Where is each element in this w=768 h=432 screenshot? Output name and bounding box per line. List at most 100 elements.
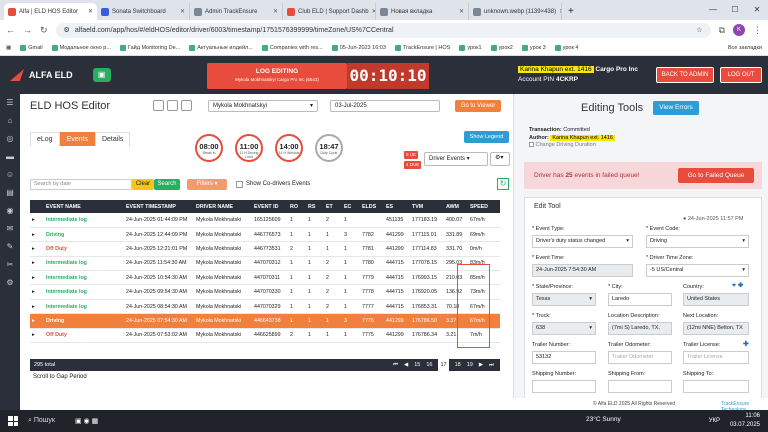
table-row[interactable]: ▸ Intermediate log 24-Jun-2025 09:54:30 AM… <box>30 284 500 300</box>
shipping-from-input[interactable] <box>608 380 672 393</box>
bookmark-item[interactable]: Gmail <box>20 44 43 51</box>
refresh-icon[interactable]: ↻ <box>497 178 509 190</box>
url-field[interactable]: ⚙ alfaeld.com/app/hos/#/eldHOS/editor/dr… <box>55 22 711 38</box>
page-number[interactable]: 17 <box>438 359 449 371</box>
back-icon[interactable]: ← <box>6 25 15 35</box>
table-row[interactable]: ▸ Off Duty 24-Jun-2025 07:53:02 AM Mykola M… <box>30 328 500 344</box>
app-logo[interactable]: ALFA ELD <box>10 69 73 81</box>
bookmark-item[interactable]: Гайд Monitoring De... <box>119 44 180 51</box>
tab-details[interactable]: Details <box>94 132 131 146</box>
back-to-admin-button[interactable]: BACK TO ADMIN <box>656 67 714 83</box>
page-number[interactable]: 15 <box>414 359 420 371</box>
browser-tab[interactable]: Alfa | ELD HOS Editor ✕ <box>4 3 97 20</box>
wrench-icon[interactable]: ✂ <box>0 256 20 274</box>
tab-close-icon[interactable]: ✕ <box>88 8 93 15</box>
expand-row-icon[interactable]: ▸ <box>30 256 44 272</box>
shipping-number-input[interactable] <box>532 380 596 393</box>
calendar-icon[interactable] <box>181 100 192 111</box>
column-header[interactable] <box>30 200 44 213</box>
taskbar-search[interactable]: ⌕ Пошук <box>28 417 55 425</box>
column-header[interactable]: EVENT ID <box>252 200 288 213</box>
bookmark-item[interactable]: Companies with res... <box>261 44 323 51</box>
column-header[interactable]: ET <box>324 200 342 213</box>
column-header[interactable]: DRIVER NAME <box>194 200 252 213</box>
table-row[interactable]: ▸ Intermediate log 24-Jun-2025 11:54:30 AM… <box>30 256 500 272</box>
page-number[interactable]: 19 <box>467 359 473 371</box>
column-header[interactable]: EVENT TIMESTAMP <box>124 200 194 213</box>
settings-dropdown-icon[interactable]: ⚙▾ <box>490 152 510 166</box>
minimize-icon[interactable]: — <box>702 0 724 20</box>
tab-close-icon[interactable]: ✕ <box>459 8 464 15</box>
column-header[interactable]: TVM <box>410 200 444 213</box>
page-next-icon[interactable]: ▶ <box>479 359 483 371</box>
trailer-number-input[interactable]: 53132 <box>532 351 596 364</box>
users-icon[interactable]: ☺ <box>0 166 20 184</box>
browser-tab[interactable]: Admin TrackEnsure ✕ <box>190 3 283 20</box>
home-icon[interactable]: ⌂ <box>0 112 20 130</box>
clock-date[interactable]: 03.07.2025 <box>730 421 760 430</box>
expand-row-icon[interactable]: ▸ <box>30 213 44 228</box>
pdf-icon[interactable] <box>167 100 178 111</box>
column-header[interactable]: EC <box>342 200 360 213</box>
reload-icon[interactable]: ↻ <box>40 25 48 36</box>
page-prev-icon[interactable]: ◀ <box>404 359 408 371</box>
clear-button[interactable]: Clear <box>132 179 154 190</box>
browser-menu-icon[interactable]: ⋮ <box>753 25 762 36</box>
column-header[interactable] <box>494 200 500 213</box>
table-row[interactable]: ▸ Driving 24-Jun-2025 07:54:30 AM Mykola Mo… <box>30 313 500 329</box>
browser-tab[interactable]: unknown.webp (1139×438)✕ <box>469 3 562 20</box>
browser-tab[interactable]: Новая вкладка ✕ <box>376 3 469 20</box>
bookmark-item[interactable]: Модальное окно р... <box>51 44 111 51</box>
bookmark-item[interactable]: урок2 <box>490 44 513 51</box>
table-row[interactable]: ▸ Intermediate log 24-Jun-2025 10:54:30 AM… <box>30 270 500 286</box>
bookmark-item[interactable]: урок 4 <box>554 44 579 51</box>
browser-tab[interactable]: Sonata Switchboard ✕ <box>97 3 190 20</box>
driver-events-select[interactable]: Driver Events ▾ <box>424 152 488 166</box>
city-input[interactable]: Laredo <box>608 293 672 306</box>
document-icon[interactable]: ▤ <box>0 184 20 202</box>
expand-row-icon[interactable]: ▸ <box>30 313 44 329</box>
event-time-input[interactable]: 24-Jun-2025 7:54:30 AM <box>532 264 633 277</box>
support-icon[interactable]: ✉ <box>0 220 20 238</box>
expand-row-icon[interactable]: ▸ <box>30 270 44 286</box>
table-row[interactable]: ▸ Off Duty 24-Jun-2025 12:21:01 PM Mykola M… <box>30 241 500 257</box>
table-row[interactable]: ▸ Intermediate log 24-Jun-2025 01:44:09 PM… <box>30 213 500 228</box>
codrivers-checkbox[interactable] <box>236 181 243 188</box>
go-to-failed-queue-button[interactable]: Go to Failed Queue <box>678 168 754 183</box>
extensions-icon[interactable]: ⧉ <box>719 25 725 36</box>
bookmark-star-icon[interactable]: ☆ <box>696 26 702 34</box>
search-by-date-input[interactable]: Search by date <box>30 179 132 190</box>
close-window-icon[interactable]: ✕ <box>746 0 768 20</box>
go-to-viewer-button[interactable]: Go to Viewer <box>455 100 501 112</box>
tools-icon[interactable]: ✎ <box>0 238 20 256</box>
tab-close-icon[interactable]: ✕ <box>273 8 278 15</box>
new-tab-icon[interactable]: + <box>568 3 574 20</box>
column-header[interactable]: EVENT NAME <box>44 200 124 213</box>
truck-icon[interactable]: ▬ <box>0 148 20 166</box>
windows-start-icon[interactable] <box>8 416 18 426</box>
language-indicator[interactable]: УКР <box>709 417 720 426</box>
trailer-license-input[interactable]: Trailer License <box>683 351 749 364</box>
change-duration-checkbox[interactable] <box>529 142 534 148</box>
page-number[interactable]: 16 <box>426 359 432 371</box>
event-type-select[interactable]: Driver's duty status changed ▾ <box>532 235 633 248</box>
filters-button[interactable]: Filters ▾ <box>187 179 227 190</box>
settings-icon[interactable]: ⚙ <box>0 274 20 292</box>
bus-icon[interactable]: ▣ <box>92 68 111 82</box>
timezone-select[interactable]: -5 US/Central ▾ <box>646 264 749 277</box>
maximize-icon[interactable]: ☐ <box>724 0 746 20</box>
expand-row-icon[interactable]: ▸ <box>30 227 44 243</box>
column-header[interactable]: RO <box>288 200 306 213</box>
trailer-odometer-input[interactable]: Trailer Odometer <box>608 351 672 364</box>
apps-grid-icon[interactable]: ▦ <box>6 45 11 51</box>
view-errors-button[interactable]: View Errors <box>653 101 699 115</box>
all-bookmarks[interactable]: Все закладки <box>728 45 762 51</box>
expand-row-icon[interactable]: ▸ <box>30 284 44 300</box>
expand-row-icon[interactable]: ▸ <box>30 241 44 257</box>
profile-avatar[interactable]: K <box>733 24 745 36</box>
expand-row-icon[interactable]: ▸ <box>30 299 44 315</box>
taskbar-apps[interactable]: ▣ ◉ ▦ <box>75 417 98 425</box>
search-button[interactable]: Search <box>154 179 180 190</box>
table-row[interactable]: ▸ Intermediate log 24-Jun-2025 08:54:30 AM… <box>30 299 500 315</box>
bookmark-item[interactable]: Актуальные илдейл... <box>189 44 253 51</box>
